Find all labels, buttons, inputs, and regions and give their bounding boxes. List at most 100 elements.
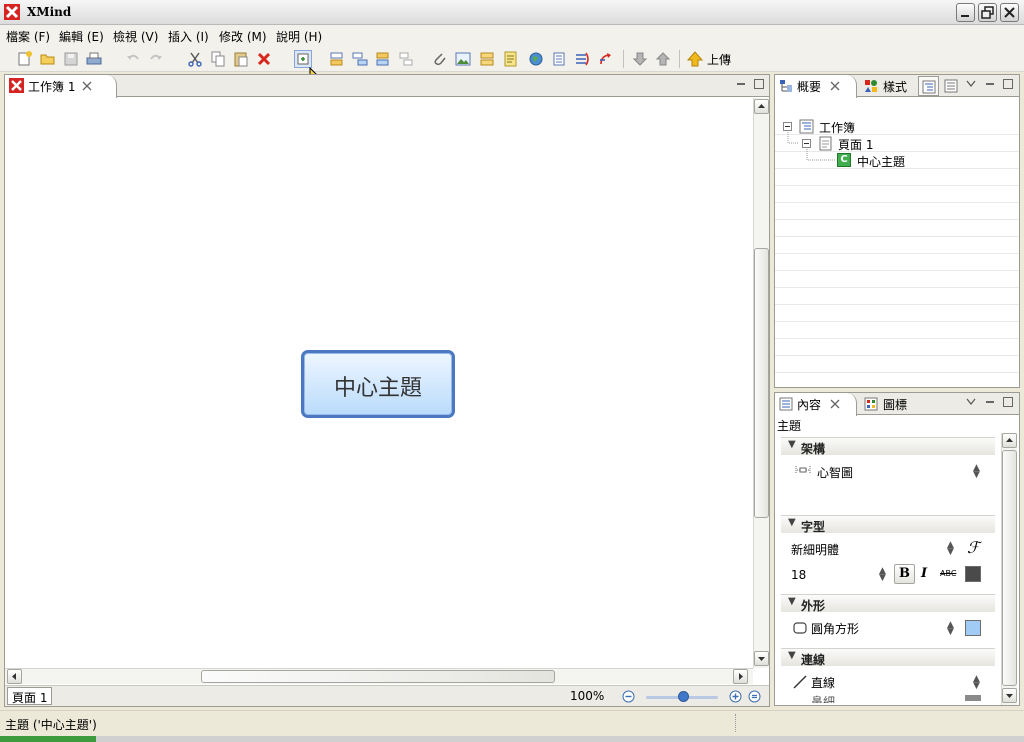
italic-button[interactable]: I bbox=[921, 566, 927, 581]
sheet-tab-page-1[interactable]: 頁面 1 bbox=[7, 687, 53, 705]
maximize-view-icon[interactable] bbox=[1002, 396, 1014, 408]
menu-view[interactable]: 檢視 (V) bbox=[113, 28, 158, 45]
summary-icon[interactable] bbox=[550, 50, 568, 68]
font-family-select[interactable]: 新細明體 bbox=[791, 541, 839, 558]
floating-topic-icon[interactable] bbox=[397, 50, 415, 68]
strikethrough-button[interactable]: ABC bbox=[940, 569, 956, 578]
menu-modify[interactable]: 修改 (M) bbox=[219, 28, 267, 45]
menu-insert[interactable]: 插入 (I) bbox=[168, 28, 209, 45]
add-topic-icon[interactable] bbox=[294, 50, 312, 68]
close-window-button[interactable] bbox=[1000, 3, 1019, 22]
font-color-swatch[interactable] bbox=[965, 566, 981, 582]
vertical-scroll-thumb[interactable] bbox=[754, 248, 769, 518]
close-tab-icon[interactable] bbox=[82, 81, 92, 91]
open-folder-icon[interactable] bbox=[39, 50, 57, 68]
horizontal-scrollbar[interactable] bbox=[5, 668, 753, 684]
tab-style[interactable]: 樣式 bbox=[883, 78, 907, 95]
collapse-icon[interactable] bbox=[783, 122, 792, 131]
tree-item-workbook[interactable]: 工作簿 bbox=[775, 118, 1019, 135]
view-menu-chevron-down-icon[interactable] bbox=[966, 79, 976, 89]
relationship-icon[interactable] bbox=[573, 50, 591, 68]
bold-button[interactable]: B bbox=[894, 564, 915, 584]
scroll-right-icon[interactable] bbox=[733, 669, 748, 684]
tree-item-central-topic[interactable]: C 中心主題 bbox=[775, 152, 1019, 169]
font-family-spinner-icon[interactable]: ▲ ▼ bbox=[947, 541, 954, 557]
line-value[interactable]: 直線 bbox=[811, 674, 835, 691]
structure-spinner-icon[interactable]: ▲ ▼ bbox=[973, 464, 980, 480]
maximize-view-icon[interactable] bbox=[753, 78, 765, 90]
maximize-view-icon[interactable] bbox=[1002, 78, 1014, 90]
scroll-down-icon[interactable] bbox=[1002, 688, 1017, 703]
outline-view-toggle[interactable] bbox=[918, 76, 939, 96]
paste-icon[interactable] bbox=[232, 50, 250, 68]
close-tab-icon[interactable] bbox=[830, 81, 840, 91]
scroll-down-icon[interactable] bbox=[754, 651, 769, 666]
zoom-slider-thumb[interactable] bbox=[678, 691, 689, 702]
drill-down-icon[interactable] bbox=[631, 50, 649, 68]
font-size-spinner-icon[interactable]: ▲ ▼ bbox=[879, 567, 886, 583]
list-view-icon[interactable] bbox=[944, 79, 958, 93]
line-spinner-icon[interactable]: ▲ ▼ bbox=[973, 675, 980, 691]
menu-edit[interactable]: 編輯 (E) bbox=[59, 28, 104, 45]
menu-file[interactable]: 檔案 (F) bbox=[6, 28, 50, 45]
undo-icon[interactable] bbox=[124, 50, 142, 68]
start-button-edge[interactable] bbox=[0, 736, 96, 742]
properties-scroll-thumb[interactable] bbox=[1002, 450, 1017, 686]
font-chooser-icon[interactable]: ℱ bbox=[967, 538, 980, 557]
insert-topic-before-icon[interactable] bbox=[328, 50, 346, 68]
menu-help[interactable]: 說明 (H) bbox=[276, 28, 322, 45]
redo-icon[interactable] bbox=[147, 50, 165, 68]
close-tab-icon[interactable] bbox=[830, 399, 840, 409]
zoom-in-icon[interactable] bbox=[729, 690, 742, 703]
line-section-header[interactable]: ▼ 連線 bbox=[781, 648, 995, 667]
minimize-view-icon[interactable] bbox=[984, 78, 996, 90]
drill-up-icon[interactable] bbox=[654, 50, 672, 68]
scroll-left-icon[interactable] bbox=[7, 669, 22, 684]
minimize-view-icon[interactable] bbox=[984, 396, 996, 408]
print-icon[interactable] bbox=[85, 50, 103, 68]
central-topic-node[interactable]: 中心主題 bbox=[301, 350, 455, 418]
mind-map-canvas[interactable]: 中心主題 bbox=[5, 98, 753, 668]
save-icon[interactable] bbox=[62, 50, 80, 68]
hyperlink-globe-icon[interactable] bbox=[527, 50, 545, 68]
minimize-button[interactable] bbox=[956, 3, 975, 22]
tab-workbook-1[interactable]: 工作簿 1 bbox=[5, 75, 117, 98]
font-size-field[interactable]: 18 bbox=[791, 568, 806, 582]
drill-icon[interactable] bbox=[597, 50, 615, 68]
tree-item-sheet[interactable]: 頁面 1 bbox=[775, 135, 1019, 152]
cut-icon[interactable] bbox=[186, 50, 204, 68]
scroll-up-icon[interactable] bbox=[1002, 433, 1017, 448]
scroll-up-icon[interactable] bbox=[754, 99, 769, 114]
minimize-view-icon[interactable] bbox=[735, 78, 747, 90]
restore-button[interactable] bbox=[978, 3, 997, 22]
attachment-icon[interactable] bbox=[431, 50, 449, 68]
tab-icons[interactable]: 圖標 bbox=[883, 396, 907, 413]
font-section-header[interactable]: ▼ 字型 bbox=[781, 515, 995, 534]
shape-value[interactable]: 圓角方形 bbox=[811, 620, 859, 637]
tab-overview[interactable]: 概要 bbox=[775, 75, 857, 98]
properties-scrollbar[interactable] bbox=[1001, 433, 1017, 705]
zoom-out-icon[interactable] bbox=[622, 690, 635, 703]
new-file-icon[interactable] bbox=[16, 50, 34, 68]
line-color-swatch[interactable] bbox=[965, 695, 981, 701]
structure-section-header[interactable]: ▼ 架構 bbox=[781, 437, 995, 456]
zoom-fit-icon[interactable] bbox=[748, 690, 761, 703]
upload-arrow-icon[interactable] bbox=[686, 50, 704, 68]
vertical-scrollbar[interactable] bbox=[753, 98, 769, 668]
delete-icon[interactable] bbox=[255, 50, 273, 68]
upload-button[interactable]: 上傳 bbox=[707, 51, 731, 68]
structure-value[interactable]: 心智圖 bbox=[817, 464, 853, 481]
shape-fill-color-swatch[interactable] bbox=[965, 620, 981, 636]
horizontal-scroll-thumb[interactable] bbox=[201, 670, 555, 683]
tab-content[interactable]: 內容 bbox=[775, 393, 857, 416]
image-icon[interactable] bbox=[454, 50, 472, 68]
copy-icon[interactable] bbox=[209, 50, 227, 68]
shape-spinner-icon[interactable]: ▲ ▼ bbox=[947, 621, 954, 637]
insert-parent-topic-icon[interactable] bbox=[374, 50, 392, 68]
notes-icon[interactable] bbox=[502, 50, 520, 68]
collapse-icon[interactable] bbox=[802, 139, 811, 148]
view-menu-chevron-down-icon[interactable] bbox=[966, 397, 976, 407]
line-width-value[interactable]: 鼻細 bbox=[811, 693, 835, 703]
insert-subtopic-icon[interactable] bbox=[351, 50, 369, 68]
shape-section-header[interactable]: ▼ 外形 bbox=[781, 594, 995, 613]
